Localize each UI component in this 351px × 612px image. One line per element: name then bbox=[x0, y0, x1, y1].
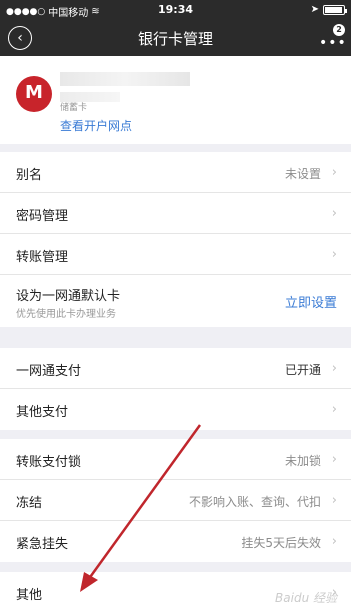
arrow-shaft bbox=[86, 424, 202, 581]
arrow-head bbox=[80, 572, 98, 592]
annotation-arrow bbox=[80, 424, 202, 592]
